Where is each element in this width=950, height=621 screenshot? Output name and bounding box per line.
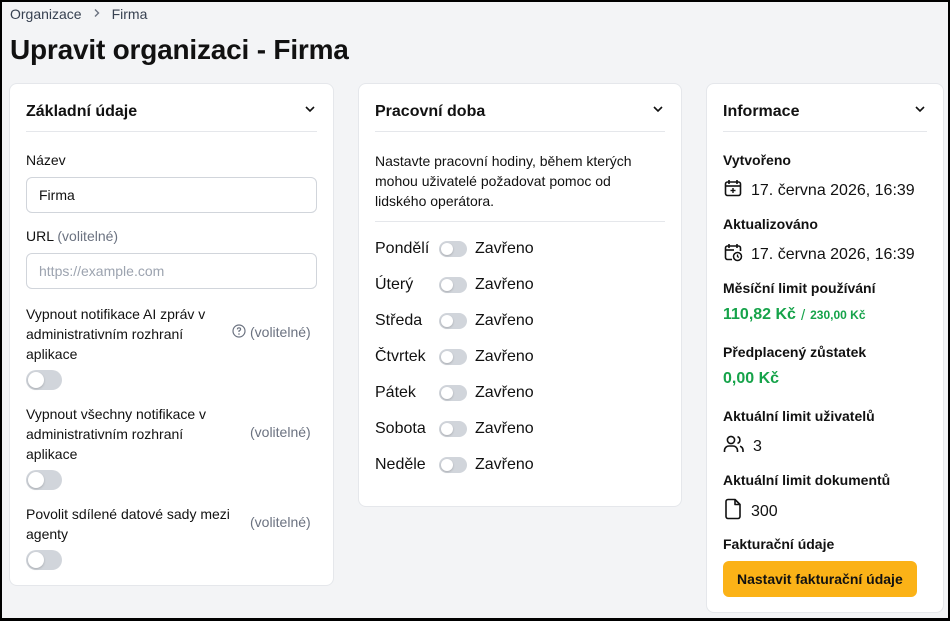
chevron-down-icon [913, 102, 927, 121]
day-toggle[interactable] [439, 241, 467, 257]
all-notifications-line-2: administrativním rozhraní [26, 426, 184, 442]
day-row-wednesday: Středa Zavřeno [375, 309, 534, 333]
all-notifications-label: Vypnout všechny notifikace v administrat… [26, 404, 206, 464]
updated-row: 17. června 2026, 16:39 [723, 242, 915, 267]
name-label: Název [26, 152, 66, 168]
day-toggle[interactable] [439, 385, 467, 401]
day-toggle[interactable] [439, 277, 467, 293]
documents-limit-row: 300 [723, 498, 778, 525]
day-status: Zavřeno [475, 420, 534, 437]
day-row-sunday: Neděle Zavřeno [375, 453, 534, 477]
url-optional: (volitelné) [57, 228, 119, 244]
basic-info-card: Základní údaje Název Firma URL (voliteln… [9, 83, 334, 586]
day-status: Zavřeno [475, 276, 534, 293]
url-label: URL (volitelné) [26, 228, 118, 244]
url-input[interactable]: https://example.com [26, 253, 317, 289]
day-toggle[interactable] [439, 313, 467, 329]
users-icon [723, 434, 745, 459]
day-toggle[interactable] [439, 457, 467, 473]
information-title: Informace [723, 102, 800, 120]
information-header[interactable]: Informace [723, 84, 927, 132]
calendar-clock-icon [723, 242, 743, 267]
day-row-saturday: Sobota Zavřeno [375, 417, 534, 441]
ai-notifications-optional: (volitelné) [250, 324, 311, 340]
url-label-text: URL [26, 228, 54, 244]
users-limit-label: Aktuální limit uživatelů [723, 408, 875, 424]
all-notifications-toggle[interactable] [26, 470, 62, 490]
day-name: Středa [375, 312, 423, 329]
name-input[interactable]: Firma [26, 177, 317, 213]
monthly-limit-row: 110,82 Kč / 230,00 Kč [723, 306, 866, 324]
day-status: Zavřeno [475, 456, 534, 473]
day-row-friday: Pátek Zavřeno [375, 381, 534, 405]
day-status: Zavřeno [475, 312, 534, 329]
day-toggle[interactable] [439, 421, 467, 437]
shared-datasets-label: Povolit sdílené datové sady mezi agenty [26, 504, 230, 544]
information-card: Informace Vytvořeno 17. června 2026, 16:… [706, 83, 944, 613]
ai-notifications-line-2: administrativním rozhraní [26, 326, 184, 342]
day-toggle[interactable] [439, 349, 467, 365]
page-title: Upravit organizaci - Firma [10, 34, 349, 65]
divider [375, 221, 665, 222]
day-name: Neděle [375, 456, 426, 473]
basic-info-title: Základní údaje [26, 102, 138, 120]
prepaid-row: 0,00 Kč [723, 370, 779, 388]
chevron-down-icon [651, 102, 665, 121]
shared-datasets-toggle[interactable] [26, 550, 62, 570]
all-notifications-line-3: aplikace [26, 446, 78, 462]
day-name: Pondělí [375, 240, 430, 257]
working-hours-card: Pracovní doba Nastavte pracovní hodiny, … [358, 83, 682, 507]
ai-notifications-line-3: aplikace [26, 346, 78, 362]
ai-notifications-label: Vypnout notifikace AI zpráv v administra… [26, 304, 205, 364]
users-limit-value: 3 [753, 437, 762, 455]
monthly-limit-label: Měsíční limit používání [723, 280, 876, 296]
prepaid-value: 0,00 Kč [723, 370, 780, 387]
created-label: Vytvořeno [723, 152, 791, 168]
help-icon[interactable] [232, 324, 246, 343]
basic-info-header[interactable]: Základní údaje [26, 84, 317, 132]
shared-datasets-optional: (volitelné) [250, 514, 311, 530]
day-name: Sobota [375, 420, 426, 437]
created-value: 17. června 2026, 16:39 [751, 181, 915, 199]
day-name: Úterý [375, 276, 414, 293]
all-notifications-line-1: Vypnout všechny notifikace v [26, 406, 207, 422]
working-hours-description: Nastavte pracovní hodiny, během kterých … [375, 153, 632, 209]
set-billing-button[interactable]: Nastavit fakturační údaje [723, 561, 917, 597]
file-icon [723, 498, 743, 525]
users-limit-row: 3 [723, 434, 762, 459]
documents-limit-label: Aktuální limit dokumentů [723, 472, 891, 488]
working-hours-header[interactable]: Pracovní doba [375, 84, 665, 132]
updated-value: 17. června 2026, 16:39 [751, 245, 915, 263]
breadcrumb-organizations[interactable]: Organizace [10, 6, 82, 22]
documents-limit-value: 300 [751, 502, 778, 520]
day-status: Zavřeno [475, 240, 534, 257]
monthly-total: 230,00 Kč [810, 308, 866, 322]
created-row: 17. června 2026, 16:39 [723, 178, 915, 203]
ai-notifications-line-1: Vypnout notifikace AI zpráv v [26, 306, 206, 322]
breadcrumb-current[interactable]: Firma [112, 6, 148, 22]
day-row-monday: Pondělí Zavřeno [375, 237, 534, 261]
day-status: Zavřeno [475, 384, 534, 401]
day-name: Pátek [375, 384, 416, 401]
billing-label: Fakturační údaje [723, 536, 835, 552]
ai-notifications-toggle[interactable] [26, 370, 62, 390]
monthly-used: 110,82 Kč [723, 306, 796, 323]
updated-label: Aktualizováno [723, 216, 818, 232]
chevron-down-icon [303, 102, 317, 121]
working-hours-title: Pracovní doba [375, 102, 486, 120]
shared-datasets-line-1: Povolit sdílené datové sady mezi [26, 506, 230, 522]
day-row-tuesday: Úterý Zavřeno [375, 273, 534, 297]
day-row-thursday: Čtvrtek Zavřeno [375, 345, 534, 369]
shared-datasets-line-2: agenty [26, 526, 69, 542]
breadcrumb: Organizace Firma [10, 6, 147, 22]
all-notifications-optional: (volitelné) [250, 424, 311, 440]
prepaid-label: Předplacený zůstatek [723, 344, 867, 360]
monthly-separator: / [800, 306, 806, 324]
day-name: Čtvrtek [375, 348, 426, 365]
chevron-right-icon [92, 7, 102, 21]
calendar-plus-icon [723, 178, 743, 203]
day-status: Zavřeno [475, 348, 534, 365]
